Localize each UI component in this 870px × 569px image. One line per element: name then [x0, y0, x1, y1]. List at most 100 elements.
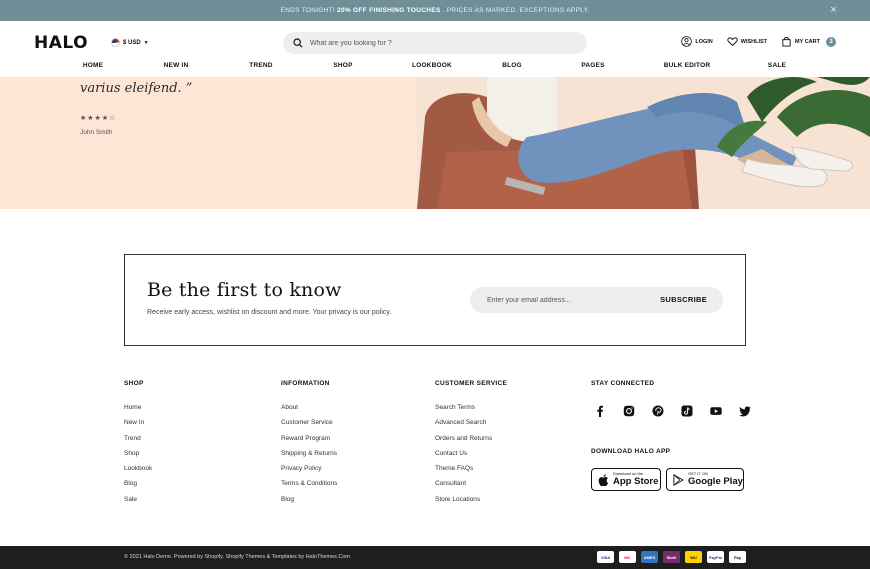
footer-link[interactable]: Customer Service	[281, 419, 337, 434]
footer-connected-column: STAY CONNECTED DOWNLOAD HALO APP Downloa…	[591, 380, 753, 491]
nav-blog[interactable]: BLOG	[502, 62, 522, 69]
newsletter-title: Be the first to know	[147, 279, 342, 301]
footer-link[interactable]: Consultant	[435, 480, 507, 495]
skrill-icon: Skrill	[663, 551, 680, 563]
apple-icon	[598, 473, 608, 486]
bottom-bar: © 2021 Halo Demo. Powered by Shopify. Sh…	[0, 546, 870, 569]
footer-link[interactable]: Blog	[124, 480, 152, 495]
email-field[interactable]	[487, 296, 647, 304]
footer-link[interactable]: Reward Program	[281, 435, 337, 450]
nav-bulk-editor[interactable]: BULK EDITOR	[664, 62, 711, 69]
announcement-prefix: ENDS TONIGHT!	[280, 7, 336, 14]
footer-link[interactable]: Home	[124, 404, 152, 419]
footer-shop-column: SHOP Home New In Trend Shop Lookbook Blo…	[124, 380, 152, 511]
instagram-icon[interactable]	[620, 404, 637, 418]
search-bar[interactable]	[283, 32, 587, 54]
wishlist-label: WISHLIST	[740, 38, 768, 45]
footer-link[interactable]: Search Terms	[435, 404, 507, 419]
newsletter-form: SUBSCRIBE	[470, 287, 723, 313]
announcement-highlight: 20% OFF FINISHING TOUCHES	[337, 7, 441, 14]
login-label: LOGIN	[695, 38, 713, 45]
app-store-badge[interactable]: Download on the App Store	[591, 468, 661, 491]
wishlist-link[interactable]: WISHLIST	[727, 36, 767, 47]
footer-link[interactable]: New In	[124, 419, 152, 434]
google-play-icon	[673, 473, 684, 486]
currency-selector[interactable]: $ USD ▼	[111, 38, 149, 47]
newsletter-subtitle: Receive early access, wishlist on discou…	[147, 309, 392, 316]
gplay-label: Google Play	[688, 476, 743, 488]
footer-customer-service-column: CUSTOMER SERVICE Search Terms Advanced S…	[435, 380, 507, 511]
shopping-bag-icon	[782, 37, 791, 47]
mastercard-icon: MC	[619, 551, 636, 563]
nav-sale[interactable]: SALE	[768, 62, 786, 69]
nav-new-in[interactable]: NEW IN	[164, 62, 189, 69]
subscribe-button[interactable]: SUBSCRIBE	[660, 295, 707, 304]
nav-trend[interactable]: TREND	[249, 62, 272, 69]
footer-shop-title: SHOP	[124, 380, 144, 387]
newsletter-box: Be the first to know Receive early acces…	[124, 254, 746, 346]
footer-link[interactable]: Shipping & Returns	[281, 450, 337, 465]
us-flag-icon	[111, 38, 120, 47]
social-links	[591, 404, 753, 418]
nav-shop[interactable]: SHOP	[333, 62, 352, 69]
footer-link[interactable]: Trend	[124, 435, 152, 450]
announcement-bar: ENDS TONIGHT! 20% OFF FINISHING TOUCHES …	[0, 0, 870, 21]
western-union-icon: WU	[685, 551, 702, 563]
login-link[interactable]: LOGIN	[681, 36, 713, 47]
heart-icon	[727, 37, 738, 47]
testimonial-hero: ~ ~~ ~~ ~~~ ~~~~~~ ~~~ varius eleifend. …	[0, 77, 870, 209]
footer-link[interactable]: Orders and Returns	[435, 435, 507, 450]
apple-pay-icon: Pay	[729, 551, 746, 563]
footer-link[interactable]: Store Locations	[435, 496, 507, 511]
footer-information-column: INFORMATION About Customer Service Rewar…	[281, 380, 337, 511]
search-icon[interactable]	[293, 38, 303, 48]
footer-link[interactable]: Terms & Conditions	[281, 480, 337, 495]
cart-label: MY CART	[795, 38, 820, 45]
visa-icon: VISA	[597, 551, 614, 563]
testimonial-quote: varius eleifend. ”	[80, 81, 193, 96]
footer-connected-title: STAY CONNECTED	[591, 380, 655, 387]
user-icon	[681, 36, 693, 47]
nav-pages[interactable]: PAGES	[581, 62, 604, 69]
google-play-badge[interactable]: GET IT ON Google Play	[666, 468, 744, 491]
tiktok-icon[interactable]	[678, 404, 695, 418]
currency-label: $ USD	[123, 39, 141, 46]
footer-link[interactable]: Blog	[281, 496, 337, 511]
paypal-icon: PayPal	[707, 551, 724, 563]
hero-photo	[417, 77, 870, 209]
nav-lookbook[interactable]: LOOKBOOK	[412, 62, 452, 69]
app-badges: Download on the App Store GET IT ON Goog…	[591, 468, 753, 491]
rating-stars: ★★★★☆	[80, 115, 117, 122]
site-header: HALO $ USD ▼ LOGIN WISHLIST MY CART 3 HO…	[0, 21, 870, 77]
twitter-icon[interactable]	[736, 404, 753, 418]
copyright-text: © 2021 Halo Demo. Powered by Shopify. Sh…	[124, 554, 352, 560]
announcement-suffix: . PRICES AS MARKED. EXCEPTIONS APPLY.	[442, 7, 590, 14]
testimonial-author: John Smith	[80, 129, 113, 136]
header-actions: LOGIN WISHLIST MY CART 3	[681, 36, 836, 47]
footer-information-title: INFORMATION	[281, 380, 330, 387]
close-icon[interactable]: ×	[830, 4, 837, 16]
facebook-icon[interactable]	[591, 404, 608, 418]
pinterest-icon[interactable]	[649, 404, 666, 418]
logo[interactable]: HALO	[34, 33, 88, 53]
cart-count-badge: 3	[826, 36, 836, 47]
footer-link[interactable]: About	[281, 404, 337, 419]
cart-link[interactable]: MY CART 3	[781, 36, 836, 47]
footer-link[interactable]: Shop	[124, 450, 152, 465]
youtube-icon[interactable]	[707, 404, 724, 418]
footer-link[interactable]: Privacy Policy	[281, 465, 337, 480]
payment-methods: VISA MC AMEX Skrill WU PayPal Pay	[597, 551, 746, 563]
footer-link[interactable]: Theme FAQs	[435, 465, 507, 480]
footer-link[interactable]: Lookbook	[124, 465, 152, 480]
amex-icon: AMEX	[641, 551, 658, 563]
footer-customer-service-title: CUSTOMER SERVICE	[435, 380, 508, 387]
chevron-down-icon: ▼	[143, 39, 149, 46]
nav-home[interactable]: HOME	[83, 62, 103, 69]
search-input[interactable]	[310, 39, 570, 47]
footer-link[interactable]: Advanced Search	[435, 419, 507, 434]
footer-link[interactable]: Contact Us	[435, 450, 507, 465]
main-nav: HOME NEW IN TREND SHOP LOOKBOOK BLOG PAG…	[0, 59, 870, 75]
footer-link[interactable]: Sale	[124, 496, 152, 511]
download-app-title: DOWNLOAD HALO APP	[591, 448, 671, 455]
appstore-label: App Store	[613, 476, 659, 488]
